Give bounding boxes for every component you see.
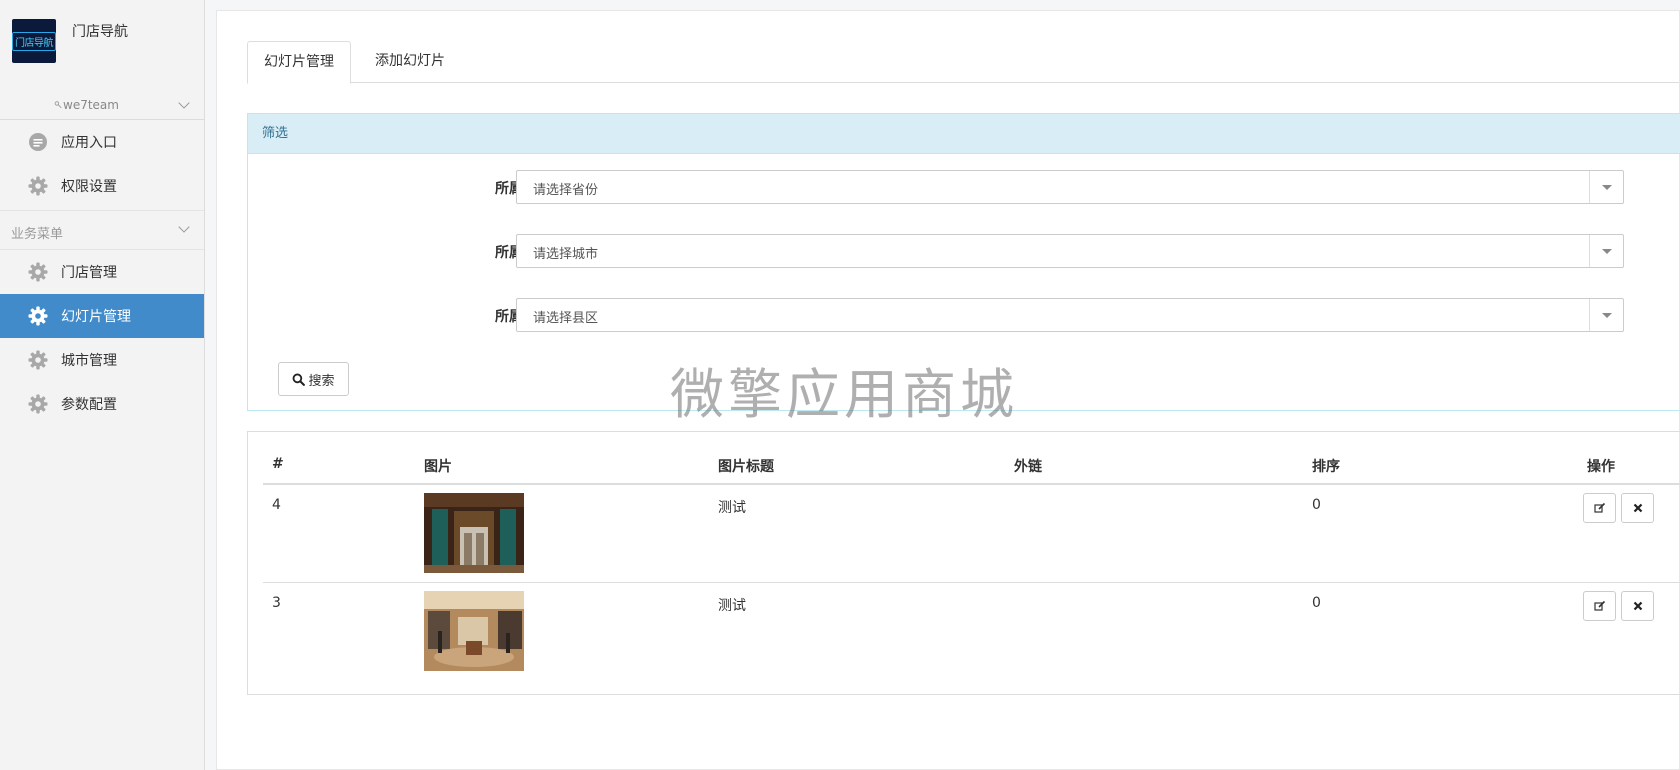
gear-icon xyxy=(27,349,49,371)
tab-add-slide[interactable]: 添加幻灯片 xyxy=(359,41,461,83)
tab-slide-management[interactable]: 幻灯片管理 xyxy=(247,41,351,84)
gear-icon xyxy=(27,175,49,197)
edit-button[interactable] xyxy=(1583,493,1616,523)
row-order: 0 xyxy=(1312,595,1321,611)
brand-name: 门店导航 xyxy=(72,24,128,40)
logo-text: 门店导航 xyxy=(12,31,56,51)
sidebar-item-label: 应用入口 xyxy=(61,135,117,151)
sidebar-item-stores[interactable]: 门店管理 xyxy=(0,250,204,294)
city-value: 请选择城市 xyxy=(533,247,599,262)
gear-icon xyxy=(27,393,49,415)
search-button[interactable]: 搜索 xyxy=(278,362,349,396)
province-select[interactable]: 请选择省份 xyxy=(516,170,1624,204)
district-value: 请选择县区 xyxy=(533,311,599,326)
caret-down-icon xyxy=(1589,235,1623,267)
menu-group-label: 业务菜单 xyxy=(11,227,64,242)
chevron-down-icon xyxy=(178,97,190,109)
sidebar: 门店导航 门店导航 we7team 应用入口 权限设置 业务菜单 门店管理 幻灯… xyxy=(0,0,205,770)
sidebar-item-slides[interactable]: 幻灯片管理 xyxy=(0,294,204,338)
slide-thumbnail xyxy=(424,493,524,573)
account-name: we7team xyxy=(63,98,119,112)
menu-group-business[interactable]: 业务菜单 xyxy=(0,210,204,250)
watermark: 微擎应用商城 xyxy=(670,363,1018,426)
search-button-label: 搜索 xyxy=(308,373,335,389)
filter-heading: 筛选 xyxy=(248,114,1680,154)
sidebar-item-app-entry[interactable]: 应用入口 xyxy=(0,120,204,164)
slides-table: # 图片 图片标题 外链 排序 操作 4 测试 0 3 测试 0 xyxy=(247,431,1680,695)
account-label: we7team xyxy=(54,98,119,112)
district-select[interactable]: 请选择县区 xyxy=(516,298,1624,332)
brand: 门店导航 门店导航 xyxy=(0,0,204,92)
province-row: 所属省份 请选择省份 xyxy=(248,170,1680,204)
account-switcher[interactable]: we7team xyxy=(0,92,204,120)
sidebar-item-label: 参数配置 xyxy=(61,397,117,413)
edit-icon xyxy=(1593,600,1605,611)
sidebar-item-label: 城市管理 xyxy=(61,353,117,369)
city-select[interactable]: 请选择城市 xyxy=(516,234,1624,268)
search-icon xyxy=(293,373,306,386)
district-row: 所属县区 请选择县区 xyxy=(248,298,1680,332)
caret-down-icon xyxy=(1589,299,1623,331)
close-icon xyxy=(1633,601,1642,611)
edit-icon xyxy=(1593,502,1605,513)
chat-icon xyxy=(27,131,49,153)
sidebar-item-settings[interactable]: 参数配置 xyxy=(0,382,204,426)
column-header: 图片 xyxy=(424,459,452,475)
delete-button[interactable] xyxy=(1621,591,1654,621)
province-value: 请选择省份 xyxy=(533,183,599,198)
delete-button[interactable] xyxy=(1621,493,1654,523)
slide-thumbnail xyxy=(424,591,524,671)
sidebar-item-cities[interactable]: 城市管理 xyxy=(0,338,204,382)
row-id: 3 xyxy=(272,595,281,611)
column-header: # xyxy=(272,456,284,472)
table-row: 3 测试 0 xyxy=(263,582,1680,679)
edit-button[interactable] xyxy=(1583,591,1616,621)
sidebar-item-label: 幻灯片管理 xyxy=(61,309,131,325)
row-order: 0 xyxy=(1312,497,1321,513)
column-header: 图片标题 xyxy=(718,459,774,475)
table-row: 4 测试 0 xyxy=(263,485,1680,582)
tab-bar: 幻灯片管理 添加幻灯片 xyxy=(247,41,1679,84)
chevron-down-icon xyxy=(178,221,190,233)
close-icon xyxy=(1633,503,1642,513)
row-title: 测试 xyxy=(718,500,746,516)
account-link-icon xyxy=(54,101,62,109)
caret-down-icon xyxy=(1589,171,1623,203)
city-row: 所属城市 请选择城市 xyxy=(248,234,1680,268)
sidebar-item-label: 权限设置 xyxy=(61,179,117,195)
gear-icon xyxy=(27,261,49,283)
row-id: 4 xyxy=(272,497,281,513)
column-header: 操作 xyxy=(1587,459,1615,475)
sidebar-item-label: 门店管理 xyxy=(61,265,117,281)
column-header: 外链 xyxy=(1014,459,1042,475)
column-header: 排序 xyxy=(1312,459,1340,475)
row-title: 测试 xyxy=(718,598,746,614)
sidebar-item-permissions[interactable]: 权限设置 xyxy=(0,164,204,208)
gear-icon xyxy=(27,305,49,327)
app-logo[interactable]: 门店导航 xyxy=(12,19,56,63)
